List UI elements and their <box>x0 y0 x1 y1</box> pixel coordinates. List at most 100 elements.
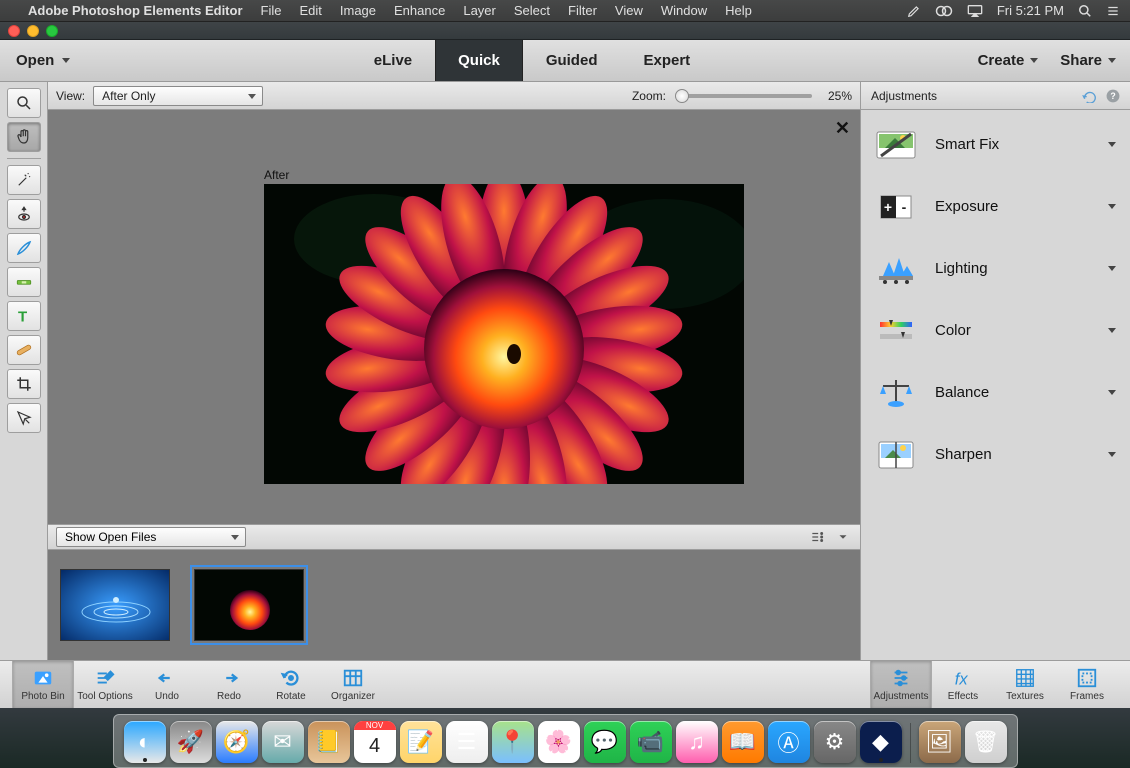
window-close-button[interactable] <box>8 25 20 37</box>
bottom-photo-bin-button[interactable]: Photo Bin <box>12 661 74 708</box>
dock-pse[interactable]: ◆ <box>860 721 902 763</box>
open-button[interactable]: Open <box>0 40 86 81</box>
adjustments-panel-title: Adjustments <box>871 89 937 103</box>
bin-layout-icon[interactable] <box>808 528 826 546</box>
hand-tool[interactable] <box>7 122 41 152</box>
dock-itunes[interactable]: ♫ <box>676 721 718 763</box>
dock-facetime[interactable]: 📹 <box>630 721 672 763</box>
svg-text:T: T <box>18 308 27 325</box>
adjustment-sharpen[interactable]: Sharpen <box>869 424 1122 486</box>
dock-maps[interactable]: 📍 <box>492 721 534 763</box>
move-tool[interactable] <box>7 403 41 433</box>
menubar-item-file[interactable]: File <box>261 3 282 18</box>
bottom-button-label: Adjustments <box>873 691 928 702</box>
dock-settings[interactable]: ⚙ <box>814 721 856 763</box>
open-files-dropdown[interactable]: Show Open Files <box>56 527 246 547</box>
bottom-button-label: Redo <box>217 691 241 702</box>
dock-photos[interactable]: 🌸 <box>538 721 580 763</box>
dock-finder[interactable]: ◐ <box>124 721 166 763</box>
adjustment-balance[interactable]: Balance <box>869 362 1122 424</box>
lighting-icon <box>875 251 917 287</box>
open-button-label: Open <box>16 52 54 69</box>
adjustment-exposure[interactable]: +-Exposure <box>869 176 1122 238</box>
menubar-item-edit[interactable]: Edit <box>299 3 321 18</box>
type-tool[interactable]: T <box>7 301 41 331</box>
mode-tab-quick[interactable]: Quick <box>435 40 523 81</box>
bottom-organizer-button[interactable]: Organizer <box>322 661 384 708</box>
share-menu[interactable]: Share <box>1060 52 1116 69</box>
bottom-textures-button[interactable]: Textures <box>994 661 1056 708</box>
menubar-item-view[interactable]: View <box>615 3 643 18</box>
menubar-item-window[interactable]: Window <box>661 3 707 18</box>
creative-cloud-icon[interactable] <box>935 4 953 18</box>
menubar-item-image[interactable]: Image <box>340 3 376 18</box>
airplay-icon[interactable] <box>967 4 983 18</box>
spotlight-icon[interactable] <box>1078 4 1092 18</box>
adjustment-label: Lighting <box>935 260 1090 277</box>
canvas-close-button[interactable]: ✕ <box>835 118 850 139</box>
bottom-effects-button[interactable]: fxEffects <box>932 661 994 708</box>
zoom-value: 25% <box>828 89 852 103</box>
menubar-clock[interactable]: Fri 5:21 PM <box>997 3 1064 18</box>
redeye-tool[interactable] <box>7 199 41 229</box>
dock-appstore[interactable]: Ⓐ <box>768 721 810 763</box>
bottom-adjustments-button[interactable]: Adjustments <box>870 661 932 708</box>
adjustments-panel: Adjustments ? Smart Fix+-Exposure Lightin… <box>860 82 1130 660</box>
dock-calendar[interactable]: NOV4 <box>354 721 396 763</box>
menubar-item-help[interactable]: Help <box>725 3 752 18</box>
menubar-item-filter[interactable]: Filter <box>568 3 597 18</box>
dock-reminders[interactable]: ☰ <box>446 721 488 763</box>
photo-bin-thumb[interactable] <box>60 569 170 641</box>
zoom-slider[interactable] <box>682 94 812 98</box>
adjustment-smart-fix[interactable]: Smart Fix <box>869 114 1122 176</box>
reset-icon[interactable] <box>1082 89 1098 103</box>
dock-trash[interactable]: 🗑 <box>965 721 1007 763</box>
view-dropdown[interactable]: After Only <box>93 86 263 106</box>
mode-tab-guided[interactable]: Guided <box>523 40 621 81</box>
bottom-button-label: Rotate <box>276 691 305 702</box>
dock-ibooks[interactable]: 📖 <box>722 721 764 763</box>
mode-bar: Open eLiveQuickGuidedExpert Create Share <box>0 40 1130 82</box>
menubar-item-select[interactable]: Select <box>514 3 550 18</box>
menu-icon[interactable] <box>1106 4 1120 18</box>
bin-collapse-icon[interactable] <box>834 528 852 546</box>
canvas-image[interactable] <box>264 184 744 484</box>
bottom-tool-options-button[interactable]: Tool Options <box>74 661 136 708</box>
quick-select-tool[interactable] <box>7 165 41 195</box>
dock-launchpad[interactable]: 🚀 <box>170 721 212 763</box>
mode-tab-expert[interactable]: Expert <box>620 40 713 81</box>
balance-icon <box>875 375 917 411</box>
dock-safari[interactable]: 🧭 <box>216 721 258 763</box>
bottom-undo-button[interactable]: Undo <box>136 661 198 708</box>
window-minimize-button[interactable] <box>27 25 39 37</box>
menubar-item-layer[interactable]: Layer <box>463 3 496 18</box>
caret-down-icon <box>1108 390 1116 395</box>
canvas-area: ✕ After <box>48 110 860 524</box>
whiten-teeth-tool[interactable] <box>7 233 41 263</box>
dock-contacts[interactable]: 📒 <box>308 721 350 763</box>
dock-messages[interactable]: 💬 <box>584 721 626 763</box>
create-menu[interactable]: Create <box>978 52 1039 69</box>
photo-bin-thumb[interactable] <box>194 569 304 641</box>
dock-notes[interactable]: 📝 <box>400 721 442 763</box>
help-icon[interactable]: ? <box>1106 89 1120 103</box>
window-zoom-button[interactable] <box>46 25 58 37</box>
adjustment-color[interactable]: Color <box>869 300 1122 362</box>
dock-desktop-img[interactable]: 🖼 <box>919 721 961 763</box>
zoom-tool[interactable] <box>7 88 41 118</box>
bottom-button-label: Undo <box>155 691 179 702</box>
menubar-pen-icon[interactable] <box>907 4 921 18</box>
adjustment-lighting[interactable]: Lighting <box>869 238 1122 300</box>
spot-heal-tool[interactable] <box>7 335 41 365</box>
bottom-rotate-button[interactable]: Rotate <box>260 661 322 708</box>
dock-mail[interactable]: ✉ <box>262 721 304 763</box>
mode-tab-elive[interactable]: eLive <box>351 40 435 81</box>
zoom-slider-knob[interactable] <box>675 89 689 103</box>
straighten-tool[interactable] <box>7 267 41 297</box>
bottom-frames-button[interactable]: Frames <box>1056 661 1118 708</box>
crop-tool[interactable] <box>7 369 41 399</box>
bottom-redo-button[interactable]: Redo <box>198 661 260 708</box>
menubar-item-enhance[interactable]: Enhance <box>394 3 445 18</box>
adjustment-label: Sharpen <box>935 446 1090 463</box>
menubar-app-name[interactable]: Adobe Photoshop Elements Editor <box>28 3 243 18</box>
